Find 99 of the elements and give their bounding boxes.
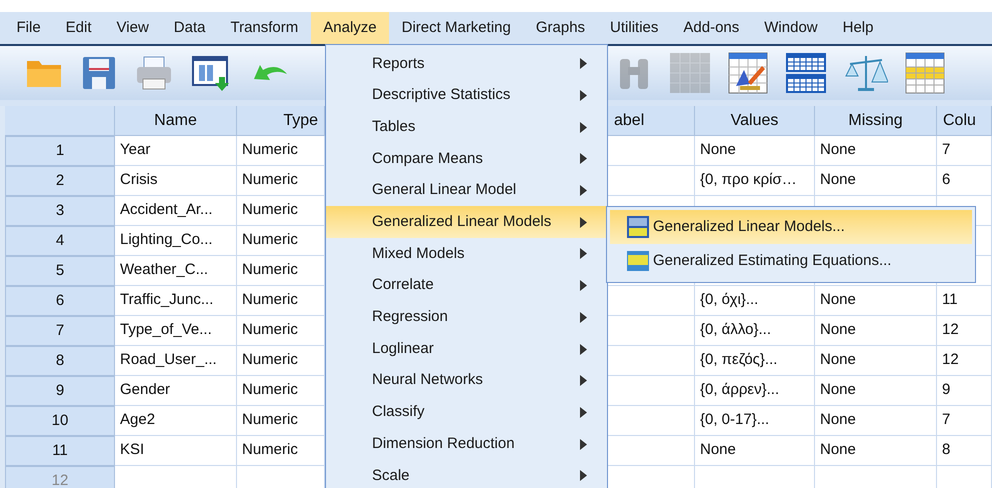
caret-icon [580,216,587,228]
column-header[interactable]: Name [115,106,237,136]
menu-item[interactable]: Direct Marketing [389,12,524,44]
caret-icon [580,406,587,418]
table-cell: None [815,406,937,436]
table-cell: Crisis [115,166,237,196]
caret-icon [580,185,587,196]
model-icon [627,216,649,238]
table-cell: None [695,436,815,466]
table-cell: Road_User_... [115,346,237,376]
column-header[interactable]: Values [695,106,815,136]
table-cell: 6 [937,166,992,196]
table-icon[interactable] [905,52,945,94]
table-cell: KSI [115,436,237,466]
table-cell: None [815,316,937,346]
table-cell: {0, άλλο}... [695,316,815,346]
menu-item[interactable]: Descriptive Statistics [326,80,607,112]
menu-item[interactable]: Analyze [310,12,390,44]
menu-item[interactable]: Graphs [523,12,598,44]
menu-item[interactable]: Scale [326,460,607,488]
menu-item[interactable]: File [4,12,54,44]
table-cell: 8 [937,436,992,466]
menu-item[interactable]: Mixed Models [326,238,607,270]
table-cell: Gender [115,376,237,406]
caret-icon [580,375,587,386]
table-cell: 11 [937,286,992,316]
row-header[interactable]: 3 [5,196,115,226]
table-cell: None [815,286,937,316]
row-header[interactable]: 2 [5,166,115,196]
column-header[interactable]: Type [237,106,325,136]
table-cell: Type_of_Ve... [115,316,237,346]
column-header[interactable]: Colu [937,106,992,136]
table-cell: None [815,166,937,196]
table-cell: None [815,136,937,166]
caret-icon [580,344,587,355]
row-header[interactable]: 4 [5,226,115,256]
table-cell: 12 [937,316,992,346]
table-cell: Traffic_Junc... [115,286,237,316]
row-header[interactable]: 9 [5,376,115,406]
table-cell: 7 [937,406,992,436]
caret-icon [580,122,587,133]
menu-item[interactable]: Classify [326,396,607,428]
equations-icon [627,251,649,271]
menu-item[interactable]: Transform [218,12,311,44]
menu-item[interactable]: Help [830,12,886,44]
row-header[interactable]: 1 [5,136,115,166]
column-header[interactable]: abel [608,106,695,136]
menu-item[interactable]: Compare Means [326,143,607,175]
split-table-icon[interactable] [785,52,827,94]
row-header[interactable]: 7 [5,316,115,346]
table-cell: None [815,436,937,466]
table-cell: None [695,136,815,166]
row-header[interactable]: 8 [5,346,115,376]
menu-item[interactable]: Loglinear [326,333,607,365]
table-cell: {0, άρρεν}... [695,376,815,406]
table-cell: Weather_C... [115,256,237,286]
caret-icon [580,438,587,450]
table-cell: {0, προ κρίσ… [695,166,815,196]
table-cell: 12 [937,346,992,376]
caret-icon [580,153,587,164]
menu-item[interactable]: Data [161,12,218,44]
row-header[interactable]: 5 [5,256,115,286]
caret-icon [580,312,587,323]
table-cell: Year [115,136,237,166]
table-cell: None [815,346,937,376]
table-cell: 7 [937,136,992,166]
table-edit-icon[interactable] [728,52,768,94]
menu-item[interactable]: Generalized Linear Models... [610,210,972,244]
caret-icon [580,58,587,70]
caret-icon [580,248,587,260]
row-header[interactable]: 10 [5,406,115,436]
caret-icon [580,90,587,102]
row-header[interactable]: 6 [5,286,115,316]
row-header[interactable]: 11 [5,436,115,466]
menu-item[interactable]: Generalized Estimating Equations... [610,244,972,278]
menu-item[interactable]: Regression [326,302,607,334]
table-cell: {0, πεζός}... [695,346,815,376]
menu-item[interactable]: Reports [326,48,607,80]
menu-item[interactable]: View [104,12,162,44]
menu-item[interactable]: Tables [326,111,607,144]
menu-item[interactable]: Edit [53,12,104,44]
table-cell: Accident_Ar... [115,196,237,226]
menu-item[interactable]: Add-ons [670,12,752,44]
table-cell: Lighting_Co... [115,226,237,256]
menu-item[interactable]: Window [752,12,830,44]
column-header[interactable]: Missing [815,106,937,136]
caret-icon [580,470,587,482]
table-cell: {0, 0-17}... [695,406,815,436]
menu-item[interactable]: General Linear Model [326,174,607,206]
table-cell: {0, όχι}... [695,286,815,316]
table-cell: Age2 [115,406,237,436]
table-cell: None [815,376,937,406]
menu-item[interactable]: Correlate [326,270,607,302]
menu-item[interactable]: Generalized Linear Models [326,206,607,238]
menu-item[interactable]: Dimension Reduction [326,428,607,460]
caret-icon [580,280,587,292]
menu-item[interactable]: Neural Networks [326,364,607,397]
menu-item[interactable]: Utilities [598,12,671,44]
table-cell: 9 [937,376,992,406]
